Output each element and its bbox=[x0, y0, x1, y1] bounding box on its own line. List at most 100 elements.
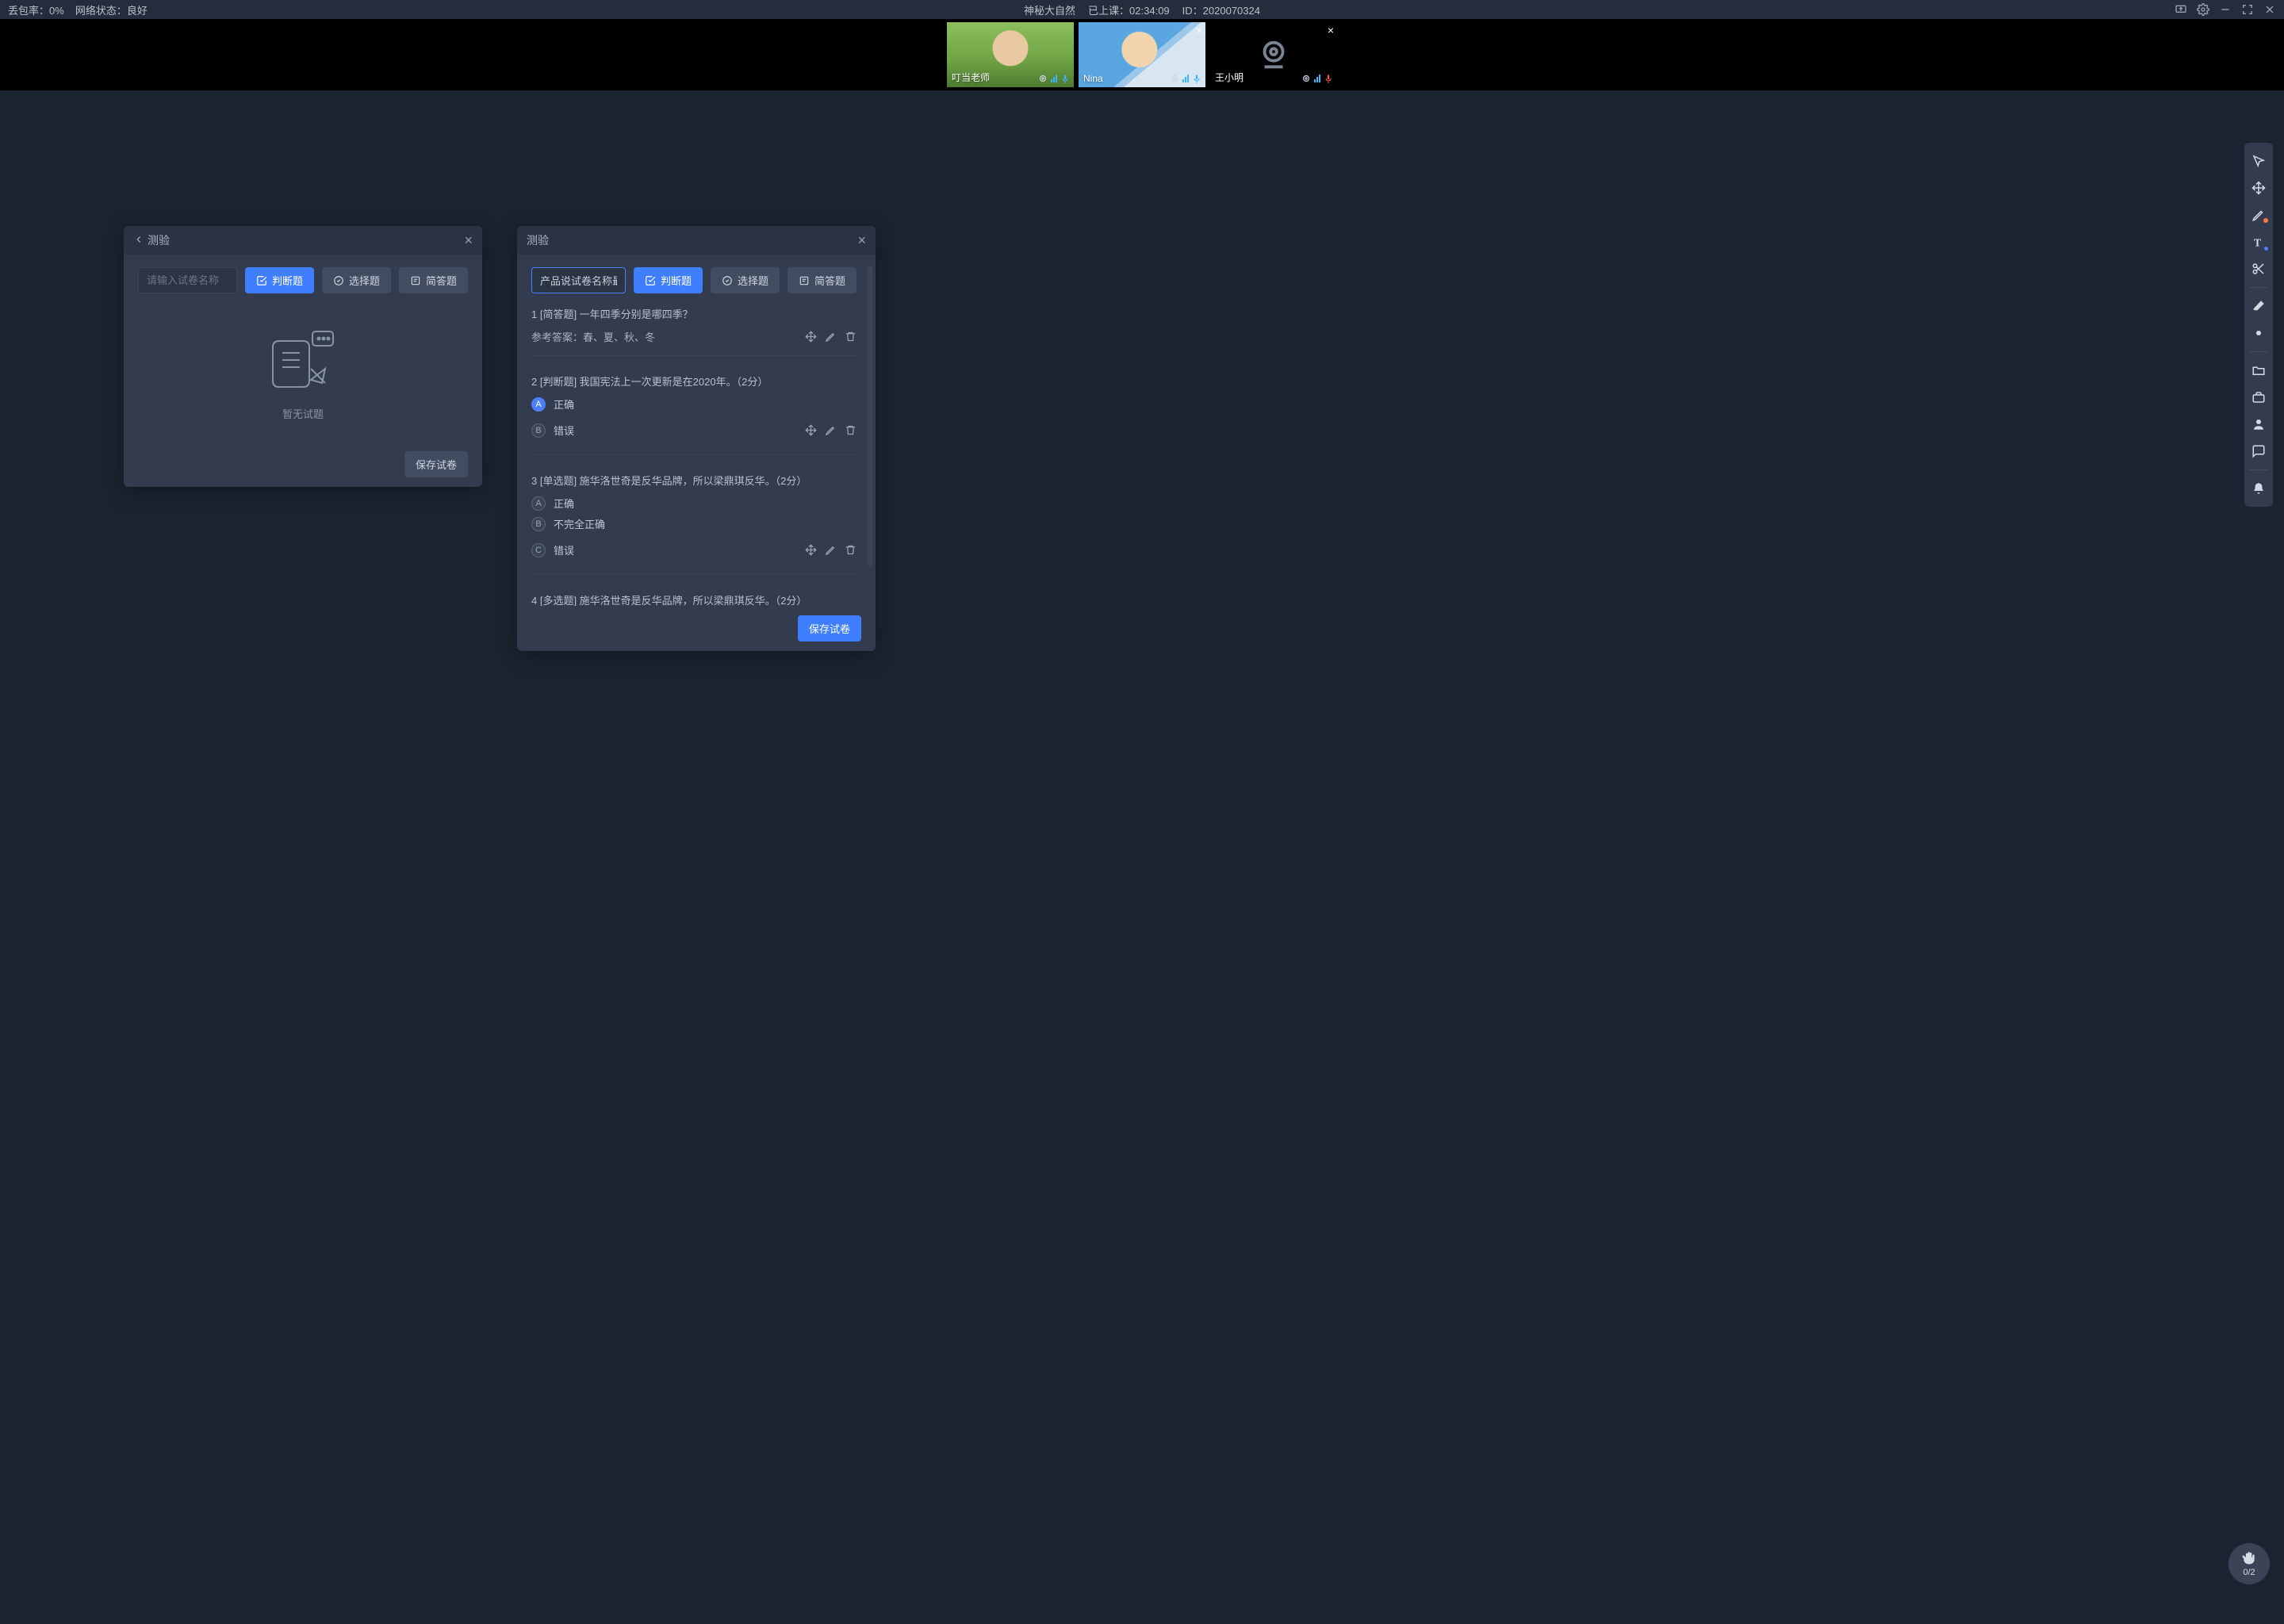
edit-icon[interactable] bbox=[825, 544, 837, 556]
folder-tool[interactable] bbox=[2247, 358, 2271, 382]
option-letter: A bbox=[531, 397, 546, 412]
short-answer-button[interactable]: 简答题 bbox=[399, 267, 468, 293]
quiz-name-input[interactable] bbox=[531, 267, 626, 293]
option-letter: A bbox=[531, 496, 546, 511]
cursor-tool[interactable] bbox=[2247, 149, 2271, 173]
question-item: 3 [单选题] 施华洛世奇是反华品牌，所以梁鼎琪反华。（2分） A正确 B 不完全正确… bbox=[531, 473, 856, 575]
hand-count: 0/2 bbox=[2243, 1568, 2255, 1577]
reference-answer: 参考答案：春、夏、秋、冬 bbox=[531, 329, 655, 344]
delete-icon[interactable] bbox=[845, 331, 856, 343]
empty-label: 暂无试题 bbox=[282, 406, 324, 421]
close-icon[interactable]: × bbox=[857, 232, 866, 249]
pen-tool[interactable] bbox=[2247, 203, 2271, 227]
mic-icon bbox=[1060, 73, 1071, 84]
question-item: 4 [多选题] 施华洛世奇是反华品牌，所以梁鼎琪反华。（2分）A是的B不完全正确… bbox=[531, 592, 856, 606]
question-option[interactable]: A正确 bbox=[531, 496, 856, 511]
video-status-icons bbox=[1301, 73, 1334, 84]
option-text: 正确 bbox=[554, 396, 574, 412]
scrollbar[interactable] bbox=[868, 266, 872, 566]
close-icon[interactable]: × bbox=[464, 232, 473, 249]
video-status-icons bbox=[1169, 73, 1202, 84]
minimize-icon[interactable] bbox=[2219, 3, 2232, 16]
bell-tool[interactable] bbox=[2247, 477, 2271, 500]
svg-text:T: T bbox=[2254, 236, 2261, 248]
question-item: 1 [简答题] 一年四季分别是哪四季？ 参考答案：春、夏、秋、冬 bbox=[531, 306, 856, 356]
close-window-icon[interactable] bbox=[2263, 3, 2276, 16]
empty-state: 暂无试题 bbox=[138, 306, 468, 429]
camera-icon bbox=[1169, 73, 1180, 84]
session-id: ID：2020070324 bbox=[1182, 2, 1260, 17]
participant-name: 叮当老师 bbox=[952, 71, 990, 84]
scissors-tool[interactable] bbox=[2247, 257, 2271, 281]
laser-tool[interactable] bbox=[2247, 321, 2271, 345]
move-icon[interactable] bbox=[805, 544, 817, 556]
topbar-left: 丢包率：0% 网络状态：良好 bbox=[8, 2, 148, 17]
option-text: 错误 bbox=[554, 423, 574, 438]
quiz-panel-empty: 测验 × 判断题 选择题 简答题 暂无试题 保存试卷 bbox=[124, 226, 482, 487]
empty-illustration-icon bbox=[263, 325, 343, 396]
close-video-icon[interactable]: × bbox=[1196, 24, 1202, 36]
option-letter: B bbox=[531, 517, 546, 531]
judge-button[interactable]: 判断题 bbox=[245, 267, 314, 293]
question-option[interactable]: B 不完全正确 bbox=[531, 516, 856, 531]
settings-icon[interactable] bbox=[2197, 3, 2209, 16]
hand-icon bbox=[2241, 1550, 2257, 1566]
option-text: 不完全正确 bbox=[554, 516, 605, 531]
question-item: 2 [判断题] 我国宪法上一次更新是在2020年。（2分） A 正确 B 错误 bbox=[531, 373, 856, 455]
question-title: 4 [多选题] 施华洛世奇是反华品牌，所以梁鼎琪反华。（2分） bbox=[531, 592, 856, 606]
panel-title: 测验 bbox=[527, 232, 857, 248]
topbar-right bbox=[2175, 3, 2276, 16]
delete-icon[interactable] bbox=[845, 544, 856, 556]
quiz-name-input[interactable] bbox=[138, 267, 237, 293]
participant-name: Nina bbox=[1083, 73, 1103, 84]
right-toolbar: T bbox=[2244, 143, 2273, 507]
delete-icon[interactable] bbox=[845, 424, 856, 436]
move-tool[interactable] bbox=[2247, 176, 2271, 200]
option-letter: C bbox=[531, 543, 546, 557]
option-letter: B bbox=[531, 423, 546, 438]
quiz-panel-editor: 测验 × 判断题 选择题 简答题 1 [简答题] 一年四季分别是哪四季？ 参考答案… bbox=[517, 226, 876, 651]
short-answer-button[interactable]: 简答题 bbox=[788, 267, 856, 293]
elapsed: 已上课：02:34:09 bbox=[1088, 2, 1170, 17]
raised-hand-badge[interactable]: 0/2 bbox=[2228, 1543, 2270, 1584]
edit-icon[interactable] bbox=[825, 331, 837, 343]
question-option[interactable]: C 错误 bbox=[531, 542, 574, 557]
camera-off-icon bbox=[1255, 36, 1292, 73]
back-icon[interactable] bbox=[133, 234, 148, 247]
close-video-icon[interactable]: × bbox=[1328, 24, 1334, 36]
topbar: 丢包率：0% 网络状态：良好 神秘大自然 已上课：02:34:09 ID：202… bbox=[0, 0, 2284, 19]
camera-icon bbox=[1301, 73, 1312, 84]
video-tile[interactable]: 王小明× bbox=[1210, 22, 1337, 87]
video-tile[interactable]: 叮当老师 bbox=[947, 22, 1074, 87]
chat-tool[interactable] bbox=[2247, 439, 2271, 463]
question-option[interactable]: A 正确 bbox=[531, 396, 856, 412]
signal-icon bbox=[1182, 75, 1189, 82]
move-icon[interactable] bbox=[805, 424, 817, 436]
mic-icon bbox=[1323, 73, 1334, 84]
save-button[interactable]: 保存试卷 bbox=[404, 451, 468, 477]
video-tile[interactable]: Nina × bbox=[1079, 22, 1205, 87]
text-tool[interactable]: T bbox=[2247, 230, 2271, 254]
select-button[interactable]: 选择题 bbox=[322, 267, 391, 293]
move-icon[interactable] bbox=[805, 331, 817, 343]
question-option[interactable]: B 错误 bbox=[531, 423, 574, 438]
question-title: 2 [判断题] 我国宪法上一次更新是在2020年。（2分） bbox=[531, 373, 856, 389]
option-text: 错误 bbox=[554, 542, 574, 557]
network-status: 网络状态：良好 bbox=[75, 2, 148, 17]
signal-icon bbox=[1051, 75, 1057, 82]
panel-title: 测验 bbox=[148, 232, 464, 248]
signal-icon bbox=[1314, 75, 1320, 82]
toolbox-tool[interactable] bbox=[2247, 385, 2271, 409]
question-title: 3 [单选题] 施华洛世奇是反华品牌，所以梁鼎琪反华。（2分） bbox=[531, 473, 856, 488]
screen-share-icon[interactable] bbox=[2175, 3, 2187, 16]
question-title: 1 [简答题] 一年四季分别是哪四季？ bbox=[531, 306, 856, 321]
judge-button[interactable]: 判断题 bbox=[634, 267, 703, 293]
maximize-icon[interactable] bbox=[2241, 3, 2254, 16]
save-button[interactable]: 保存试卷 bbox=[798, 615, 861, 642]
packet-loss: 丢包率：0% bbox=[8, 2, 64, 17]
mic-icon bbox=[1191, 73, 1202, 84]
eraser-tool[interactable] bbox=[2247, 294, 2271, 318]
edit-icon[interactable] bbox=[825, 424, 837, 436]
user-tool[interactable] bbox=[2247, 412, 2271, 436]
select-button[interactable]: 选择题 bbox=[711, 267, 780, 293]
